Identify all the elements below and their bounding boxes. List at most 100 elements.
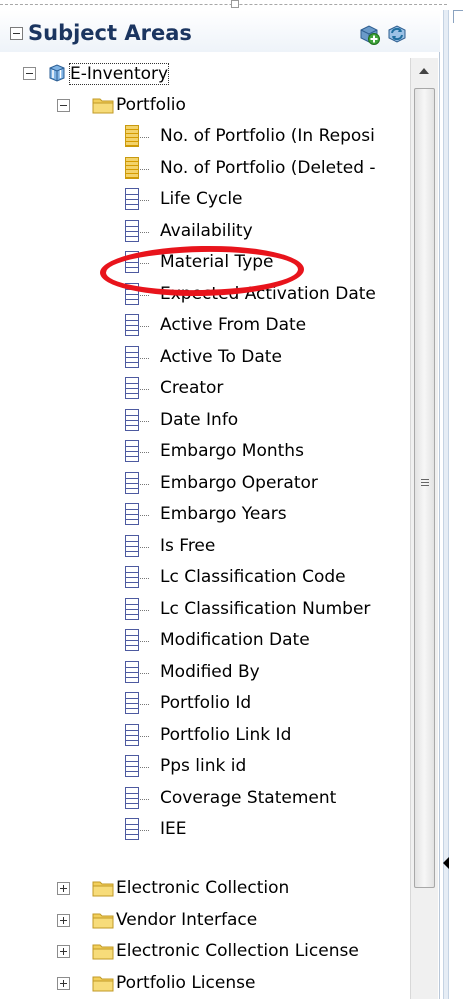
tree-node-column[interactable]: Creator (0, 374, 410, 402)
expand-folder-button[interactable] (57, 976, 70, 990)
tree-node-column[interactable]: Is Free (0, 532, 410, 560)
resize-handle[interactable] (231, 0, 239, 8)
column-label: Is Free (160, 535, 216, 556)
tree-connector (140, 294, 149, 296)
tree-node-column[interactable]: No. of Portfolio (In Reposi (0, 122, 410, 150)
attribute-column-icon (125, 818, 139, 840)
column-label: Coverage Statement (160, 787, 337, 808)
folder-icon (92, 944, 114, 960)
tree-node-column[interactable]: Availability (0, 217, 410, 245)
tree-node-column[interactable]: Modified By (0, 658, 410, 686)
tree-node-column[interactable]: Portfolio Link Id (0, 721, 410, 749)
tree-connector (140, 357, 149, 359)
folder-icon (92, 913, 114, 928)
folder-icon (92, 881, 114, 897)
tree-node-column[interactable]: No. of Portfolio (Deleted - (0, 154, 410, 182)
top-border-dashes (0, 4, 447, 5)
tree-node-column[interactable]: Coverage Statement (0, 784, 410, 812)
tree-node-column[interactable]: Embargo Operator (0, 469, 410, 497)
refresh-icon[interactable] (386, 23, 408, 45)
tree-node-column[interactable]: Embargo Months (0, 437, 410, 465)
tree-connector (140, 326, 149, 327)
scroll-thumb[interactable] (414, 88, 435, 888)
cube-icon (49, 64, 65, 82)
column-label: Embargo Operator (160, 472, 318, 493)
attribute-column-icon (125, 692, 139, 714)
column-label: Embargo Years (160, 504, 287, 524)
attribute-column-icon (125, 723, 139, 746)
tree-connector (140, 452, 149, 453)
tree-node-column[interactable]: Modification Date (0, 626, 410, 654)
collapse-e-inventory-button[interactable] (23, 67, 36, 80)
tree-node-column[interactable]: Active From Date (0, 311, 410, 339)
subject-areas-panel: Subject Areas E-Inventory Portfolio No. … (0, 10, 440, 999)
folder-label: Vendor Interface (116, 909, 258, 930)
tree-node-e-inventory[interactable]: E-Inventory (0, 60, 410, 88)
column-label: Active To Date (160, 346, 282, 367)
tree-connector (140, 609, 149, 611)
tree-node-folder[interactable]: Vendor Interface (0, 906, 410, 934)
column-label: Embargo Months (160, 441, 304, 461)
attribute-column-icon (125, 503, 139, 525)
expand-folder-button[interactable] (57, 945, 70, 958)
tree-node-column[interactable]: Pps link id (0, 752, 410, 780)
expand-folder-button[interactable] (57, 913, 70, 927)
attribute-column-icon (125, 188, 139, 210)
tree-node-column[interactable]: Portfolio Id (0, 689, 410, 717)
column-label: Portfolio Link Id (160, 724, 292, 745)
column-label: Pps link id (160, 756, 247, 776)
attribute-column-icon (125, 471, 139, 494)
tree-connector (140, 641, 149, 642)
attribute-column-icon (125, 755, 139, 777)
tree-connector (140, 137, 149, 138)
folder-label: Electronic Collection (116, 878, 290, 898)
measure-column-icon (125, 156, 139, 179)
tree-connector (140, 830, 149, 831)
tree-connector (140, 168, 149, 170)
add-subject-area-icon[interactable] (358, 23, 380, 45)
tree-node-column[interactable]: Date Info (0, 406, 410, 434)
tree-node-folder[interactable]: Electronic Collection (0, 874, 410, 902)
tree-connector (140, 200, 149, 201)
panel-title: Subject Areas (28, 21, 192, 45)
panel-header: Subject Areas (0, 10, 440, 52)
tree-connector (140, 546, 149, 548)
tree-node-column[interactable]: Embargo Years (0, 500, 410, 528)
folder-label: Portfolio License (116, 972, 256, 993)
tree-connector (140, 420, 149, 422)
attribute-column-icon (125, 377, 139, 399)
tree-node-column[interactable]: Active To Date (0, 343, 410, 371)
collapse-pane-arrow-icon[interactable] (443, 857, 449, 869)
attribute-column-icon (125, 408, 139, 431)
tree-node-column[interactable]: Lc Classification Number (0, 595, 410, 623)
tree-node-column[interactable]: Life Cycle (0, 185, 410, 213)
tree-node-column[interactable]: IEE (0, 815, 410, 843)
attribute-column-icon (125, 534, 139, 557)
tree-node-column[interactable]: Lc Classification Code (0, 563, 410, 591)
panel-collapse-button[interactable] (10, 27, 23, 40)
attribute-column-icon (125, 314, 139, 336)
column-label: Availability (160, 220, 253, 241)
tree-connector (140, 483, 149, 485)
tree-connector (140, 672, 149, 674)
tree-node-folder[interactable]: Portfolio License (0, 969, 410, 997)
folder-icon (92, 976, 114, 991)
scroll-up-button[interactable] (411, 58, 438, 86)
folder-label: Electronic Collection License (116, 941, 359, 961)
attribute-column-icon (125, 219, 139, 242)
vertical-scrollbar[interactable] (410, 58, 438, 999)
tree-node-portfolio[interactable]: Portfolio (0, 91, 410, 119)
attribute-column-icon (125, 566, 139, 588)
tree-node-folder[interactable]: Electronic Collection License (0, 937, 410, 965)
measure-column-icon (125, 125, 139, 147)
tree-connector (140, 767, 149, 768)
column-label: IEE (160, 819, 187, 839)
attribute-column-icon (125, 629, 139, 651)
collapse-portfolio-button[interactable] (57, 99, 70, 112)
expand-folder-button[interactable] (57, 882, 70, 895)
column-label: Lc Classification Number (160, 598, 371, 619)
column-label: Creator (160, 378, 224, 398)
column-label: No. of Portfolio (In Reposi (160, 126, 375, 146)
tree-connector (140, 735, 149, 737)
tree-connector (140, 231, 149, 233)
